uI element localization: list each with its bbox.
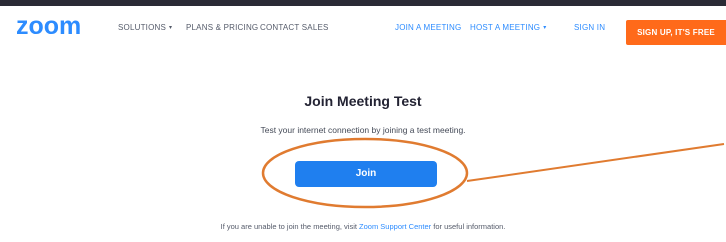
nav-contact-sales[interactable]: CONTACT SALES [260, 23, 329, 33]
nav-solutions-label: SOLUTIONS [118, 23, 167, 32]
support-center-link[interactable]: Zoom Support Center [359, 222, 431, 231]
nav-host-meeting-label: HOST A MEETING [470, 23, 541, 32]
nav-join-meeting[interactable]: JOIN A MEETING [395, 23, 461, 33]
nav-host-meeting[interactable]: HOST A MEETING ▾ [470, 23, 546, 33]
page-title: Join Meeting Test [304, 93, 422, 109]
chevron-down-icon: ▾ [169, 25, 173, 31]
zoom-logo[interactable]: zoom [16, 14, 92, 38]
annotation-arrow-line [466, 143, 725, 182]
svg-text:zoom: zoom [16, 14, 81, 38]
nav-solutions[interactable]: SOLUTIONS ▾ [118, 23, 172, 33]
footer-help-text: If you are unable to join the meeting, v… [0, 222, 726, 231]
footer-text-after: for useful information. [431, 222, 506, 231]
join-button[interactable]: Join [295, 161, 437, 187]
top-navigation: zoom SOLUTIONS ▾ PLANS & PRICING CONTACT … [0, 6, 726, 50]
page-description: Test your internet connection by joining… [260, 125, 466, 135]
nav-plans-pricing[interactable]: PLANS & PRICING [186, 23, 258, 33]
sign-up-button[interactable]: SIGN UP, IT'S FREE [626, 20, 726, 45]
footer-text-before: If you are unable to join the meeting, v… [220, 222, 360, 231]
chevron-down-icon: ▾ [543, 25, 547, 31]
nav-sign-in[interactable]: SIGN IN [574, 23, 605, 33]
